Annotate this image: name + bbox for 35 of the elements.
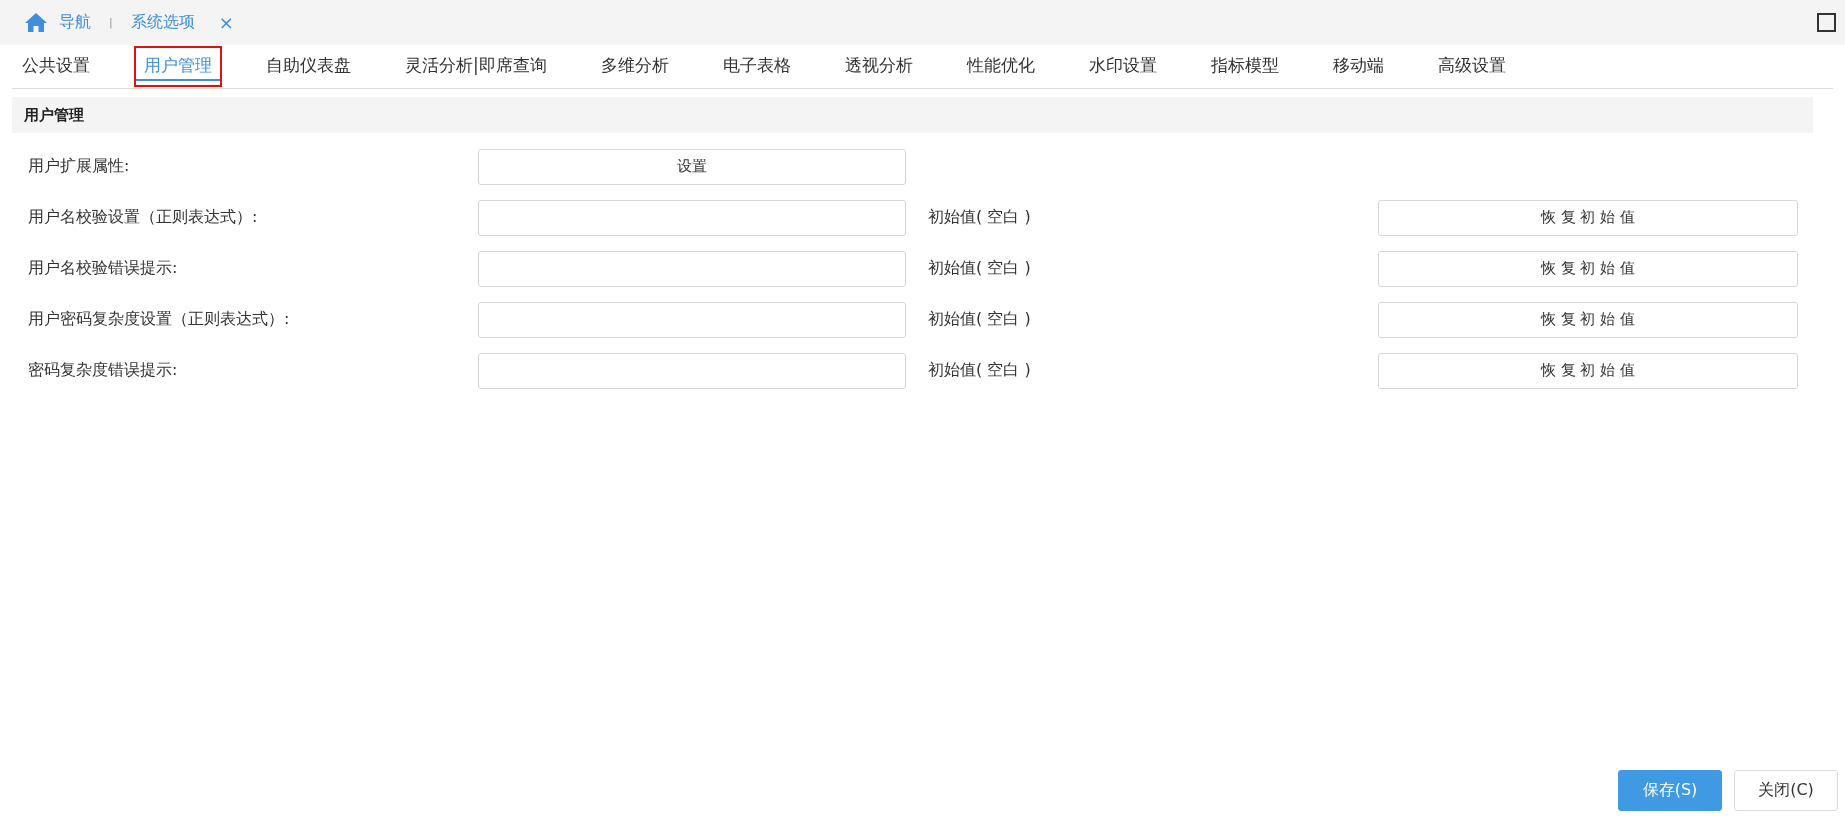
field-label: 用户扩展属性: bbox=[28, 156, 131, 177]
field-label: 密码复杂度错误提示: bbox=[28, 360, 179, 381]
initial-value-text: 初始值( 空白 ) bbox=[928, 360, 1032, 381]
restore-button[interactable]: 恢 复 初 始 值 bbox=[1378, 199, 1798, 236]
tab[interactable]: 移动端 bbox=[1322, 46, 1394, 87]
input-field[interactable] bbox=[478, 352, 906, 389]
maximize-icon[interactable] bbox=[1817, 13, 1836, 32]
tab[interactable]: 自助仪表盘 bbox=[256, 46, 361, 87]
initial-value-text: 初始值( 空白 ) bbox=[928, 258, 1032, 279]
tab[interactable]: 透视分析 bbox=[834, 46, 923, 87]
tab[interactable]: 性能优化 bbox=[956, 46, 1045, 87]
tab[interactable]: 高级设置 bbox=[1427, 46, 1516, 87]
initial-value-text: 初始值( 空白 ) bbox=[928, 207, 1032, 228]
tab[interactable]: 多维分析 bbox=[590, 46, 679, 87]
tab[interactable]: 指标模型 bbox=[1200, 46, 1289, 87]
breadcrumb-separator: | bbox=[109, 16, 113, 29]
input-field[interactable] bbox=[478, 301, 906, 338]
tab[interactable]: 水印设置 bbox=[1078, 46, 1167, 87]
close-button[interactable]: 关闭(C) bbox=[1734, 770, 1838, 811]
home-icon[interactable] bbox=[25, 13, 47, 32]
input-field[interactable] bbox=[478, 250, 906, 287]
restore-button[interactable]: 恢 复 初 始 值 bbox=[1378, 250, 1798, 287]
tab[interactable]: 灵活分析|即席查询 bbox=[395, 46, 557, 87]
tab[interactable]: 电子表格 bbox=[712, 46, 801, 87]
field-label: 用户密码复杂度设置（正则表达式）: bbox=[28, 309, 291, 330]
tab[interactable]: 公共设置 bbox=[12, 46, 100, 87]
section-header: 用户管理 bbox=[12, 97, 1813, 133]
restore-button[interactable]: 恢 复 初 始 值 bbox=[1378, 301, 1798, 338]
initial-value-text: 初始值( 空白 ) bbox=[928, 309, 1032, 330]
tab[interactable]: 用户管理 bbox=[134, 46, 222, 87]
input-field[interactable] bbox=[478, 199, 906, 236]
restore-button[interactable]: 恢 复 初 始 值 bbox=[1378, 352, 1798, 389]
settings-button[interactable]: 设置 bbox=[478, 148, 906, 185]
field-label: 用户名校验错误提示: bbox=[28, 258, 179, 279]
field-label: 用户名校验设置（正则表达式）: bbox=[28, 207, 259, 228]
